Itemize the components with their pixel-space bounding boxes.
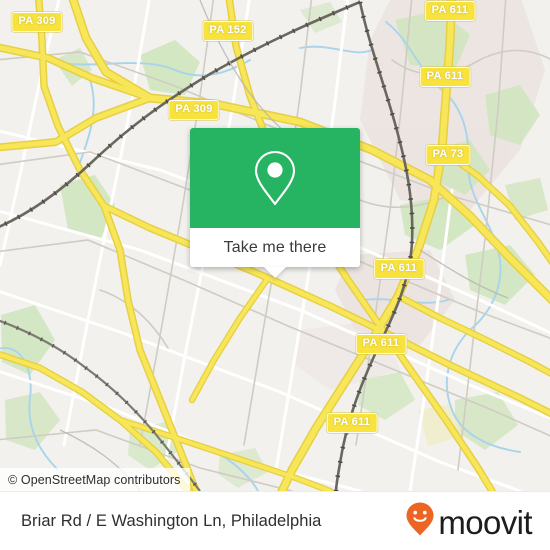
- map-canvas[interactable]: PA 309 PA 152 PA 611 PA 611 PA 309 PA 73…: [0, 0, 550, 491]
- take-me-there-button[interactable]: Take me there: [190, 228, 360, 267]
- place-title: Briar Rd / E Washington Ln, Philadelphia: [21, 511, 322, 530]
- map-pin-icon: [253, 149, 297, 207]
- road-shield-pa309-nw[interactable]: PA 309: [11, 12, 63, 32]
- callout-pin-panel: [190, 128, 360, 228]
- road-shield-pa611-upper[interactable]: PA 611: [419, 67, 471, 87]
- moovit-map-screenshot: PA 309 PA 152 PA 611 PA 611 PA 309 PA 73…: [0, 0, 550, 550]
- footer-bar: Briar Rd / E Washington Ln, Philadelphia…: [0, 491, 550, 550]
- road-shield-pa611-c[interactable]: PA 611: [326, 413, 378, 433]
- road-shield-pa309-mid[interactable]: PA 309: [168, 100, 220, 120]
- road-shield-pa152[interactable]: PA 152: [202, 21, 254, 41]
- attribution-text: © OpenStreetMap contributors: [8, 472, 181, 487]
- callout-tail: [264, 267, 286, 278]
- moovit-smiley-pin-icon: [405, 501, 435, 542]
- map-attribution: © OpenStreetMap contributors: [0, 468, 190, 491]
- moovit-wordmark: moovit: [438, 503, 532, 541]
- location-callout-card[interactable]: Take me there: [190, 128, 360, 278]
- road-shield-pa611-a[interactable]: PA 611: [373, 259, 425, 279]
- moovit-logo[interactable]: moovit: [405, 501, 533, 542]
- road-shield-pa611-top[interactable]: PA 611: [424, 1, 476, 21]
- road-shield-pa611-b[interactable]: PA 611: [355, 334, 407, 354]
- road-shield-pa73[interactable]: PA 73: [425, 145, 471, 165]
